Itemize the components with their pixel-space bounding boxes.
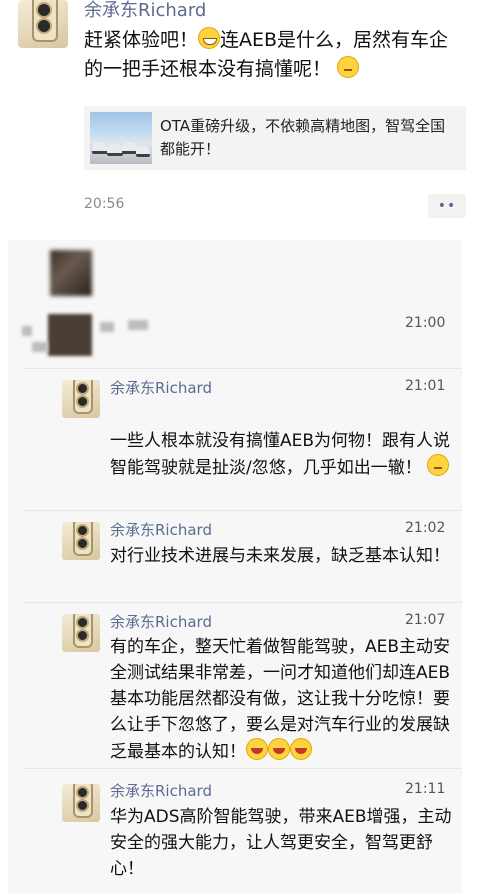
- comment-author[interactable]: 余承东Richard: [110, 780, 212, 801]
- moments-post: 余承东Richard 赶紧体验吧！ 连AEB是什么，居然有车企的一把手还根本没有搞…: [0, 0, 480, 240]
- comment-time: 21:11: [405, 781, 446, 797]
- blurred-avatar: [48, 314, 92, 356]
- avatar[interactable]: [62, 614, 100, 652]
- comment-author[interactable]: 余承东Richard: [110, 519, 212, 540]
- comment-author[interactable]: 余承东Richard: [110, 377, 212, 398]
- comment-author[interactable]: 余承东Richard: [110, 611, 212, 632]
- blurred-avatar: [50, 250, 92, 296]
- laughing-emoji: [246, 738, 268, 760]
- link-thumbnail: [90, 112, 152, 164]
- grin-emoji: [198, 27, 221, 49]
- avatar[interactable]: [62, 380, 100, 418]
- comment-text: 对行业技术进展与未来发展，缺乏基本认知！: [110, 546, 450, 566]
- post-author[interactable]: 余承东Richard: [84, 0, 206, 22]
- shared-link-card[interactable]: OTA重磅升级，不依赖高精地图，智驾全国都能开！: [84, 106, 466, 170]
- comment-time: 21:07: [405, 612, 446, 628]
- post-timestamp: 20:56: [84, 196, 125, 212]
- post-text: 赶紧体验吧！ 连AEB是什么，居然有车企的一把手还根本没有搞懂呢！: [84, 27, 449, 80]
- link-title: OTA重磅升级，不依赖高精地图，智驾全国都能开！: [160, 117, 446, 158]
- more-options-button[interactable]: ••: [428, 194, 466, 218]
- avatar[interactable]: [62, 784, 100, 822]
- comments-section: 21:00 余承东Richard 21:01 一些人根本就没有搞懂AEB为何物！…: [8, 240, 462, 893]
- comment-text: 华为ADS高阶智能驾驶，带来AEB增强，主动安全的强大能力，让人驾更安全，智驾更…: [110, 807, 452, 879]
- comment-text: 一些人根本就没有搞懂AEB为何物！跟有人说智能驾驶就是扯淡/忽悠，几乎如出一辙！: [110, 431, 451, 478]
- comment-time: 21:00: [405, 315, 446, 331]
- avatar[interactable]: [18, 0, 68, 48]
- thinking-emoji: [337, 56, 360, 78]
- comment-text: 有的车企，整天忙着做智能驾驶，AEB主动安全测试结果非常差，一问才知道他们却连A…: [110, 637, 451, 762]
- avatar[interactable]: [62, 522, 100, 560]
- comment-time: 21:02: [405, 520, 446, 536]
- laughing-emoji: [290, 738, 312, 760]
- phone-graphic: [32, 0, 58, 42]
- laughing-emoji: [268, 738, 290, 760]
- thinking-emoji: [427, 454, 450, 476]
- comment-time: 21:01: [405, 378, 446, 394]
